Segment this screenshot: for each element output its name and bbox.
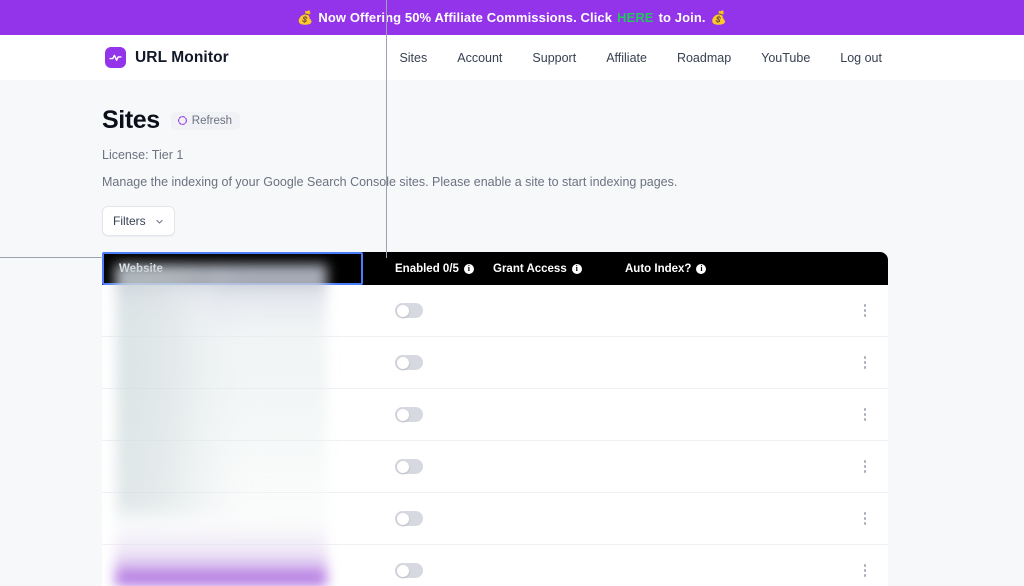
money-bag-icon: 💰 — [297, 9, 314, 25]
cell-row-menu — [842, 300, 888, 321]
cell-enabled — [363, 459, 478, 474]
cell-enabled — [363, 563, 478, 578]
table-row — [102, 441, 888, 493]
enabled-toggle[interactable] — [395, 407, 423, 422]
enabled-toggle[interactable] — [395, 459, 423, 474]
cell-row-menu — [842, 560, 888, 581]
nav-item-roadmap[interactable]: Roadmap — [677, 51, 731, 65]
cell-row-menu — [842, 508, 888, 529]
cell-row-menu — [842, 456, 888, 477]
table-row — [102, 545, 888, 586]
nav-item-affiliate[interactable]: Affiliate — [606, 51, 647, 65]
nav-item-youtube[interactable]: YouTube — [761, 51, 810, 65]
cell-website[interactable] — [102, 441, 363, 493]
top-navigation-bar: URL Monitor Sites Account Support Affili… — [0, 35, 1024, 80]
column-header-auto-index-label: Auto Index? — [625, 262, 692, 275]
nav-item-support[interactable]: Support — [532, 51, 576, 65]
cell-row-menu — [842, 404, 888, 425]
column-header-enabled: Enabled 0/5 i — [363, 252, 478, 285]
refresh-button[interactable]: Refresh — [170, 111, 241, 130]
nav-links: Sites Account Support Affiliate Roadmap … — [399, 51, 882, 65]
kebab-menu-icon[interactable] — [858, 456, 873, 477]
table-body — [102, 285, 888, 586]
kebab-menu-icon[interactable] — [858, 404, 873, 425]
nav-item-account[interactable]: Account — [457, 51, 502, 65]
table-row — [102, 493, 888, 545]
column-header-auto-index: Auto Index? i — [610, 252, 888, 285]
info-circle-icon[interactable]: i — [463, 263, 474, 274]
promo-text-after: to Join. — [658, 10, 706, 25]
filters-button-label: Filters — [113, 214, 146, 228]
cell-website[interactable] — [102, 389, 363, 441]
page-title: Sites — [102, 106, 160, 134]
enabled-toggle[interactable] — [395, 355, 423, 370]
brand-logo[interactable]: URL Monitor — [105, 47, 229, 68]
column-header-website[interactable]: Website — [102, 252, 363, 285]
cell-website[interactable] — [102, 285, 363, 337]
enabled-toggle[interactable] — [395, 303, 423, 318]
chevron-down-icon — [155, 217, 164, 226]
enabled-toggle[interactable] — [395, 563, 423, 578]
table-header-row: Website Enabled 0/5 i Grant Access i Aut… — [102, 252, 888, 285]
cell-enabled — [363, 511, 478, 526]
kebab-menu-icon[interactable] — [858, 508, 873, 529]
column-header-grant-access-label: Grant Access — [493, 262, 567, 275]
main-content: Sites Refresh License: Tier 1 Manage the… — [0, 80, 1024, 586]
kebab-menu-icon[interactable] — [858, 560, 873, 581]
promo-here-link[interactable]: HERE — [617, 10, 654, 25]
refresh-button-label: Refresh — [191, 114, 233, 127]
kebab-menu-icon[interactable] — [858, 352, 873, 373]
column-header-website-label: Website — [119, 262, 163, 275]
nav-item-logout[interactable]: Log out — [840, 51, 882, 65]
cell-enabled — [363, 407, 478, 422]
page-description: Manage the indexing of your Google Searc… — [102, 175, 678, 189]
column-header-enabled-label: Enabled 0/5 — [395, 262, 459, 275]
money-bag-icon: 💰 — [710, 9, 727, 25]
kebab-menu-icon[interactable] — [858, 300, 873, 321]
page-header: Sites Refresh — [102, 106, 1024, 135]
promo-banner: 💰 Now Offering 50% Affiliate Commissions… — [0, 0, 1024, 35]
cell-website[interactable] — [102, 493, 363, 545]
filters-dropdown-button[interactable]: Filters — [102, 206, 175, 236]
brand-name: URL Monitor — [135, 48, 229, 66]
column-header-grant-access: Grant Access i — [478, 252, 610, 285]
activity-pulse-icon — [105, 47, 126, 68]
cell-website[interactable] — [102, 337, 363, 389]
cell-enabled — [363, 303, 478, 318]
info-circle-icon[interactable]: i — [571, 263, 582, 274]
table-row — [102, 337, 888, 389]
cell-row-menu — [842, 352, 888, 373]
sites-table: Website Enabled 0/5 i Grant Access i Aut… — [102, 252, 888, 586]
license-text: License: Tier 1 — [102, 148, 184, 162]
enabled-toggle[interactable] — [395, 511, 423, 526]
refresh-circular-arrow-icon — [177, 115, 188, 126]
info-circle-icon[interactable]: i — [696, 263, 707, 274]
promo-text-before: Now Offering 50% Affiliate Commissions. … — [318, 10, 613, 25]
table-row — [102, 285, 888, 337]
cell-website[interactable] — [102, 545, 363, 586]
table-row — [102, 389, 888, 441]
nav-item-sites[interactable]: Sites — [399, 51, 427, 65]
cell-enabled — [363, 355, 478, 370]
